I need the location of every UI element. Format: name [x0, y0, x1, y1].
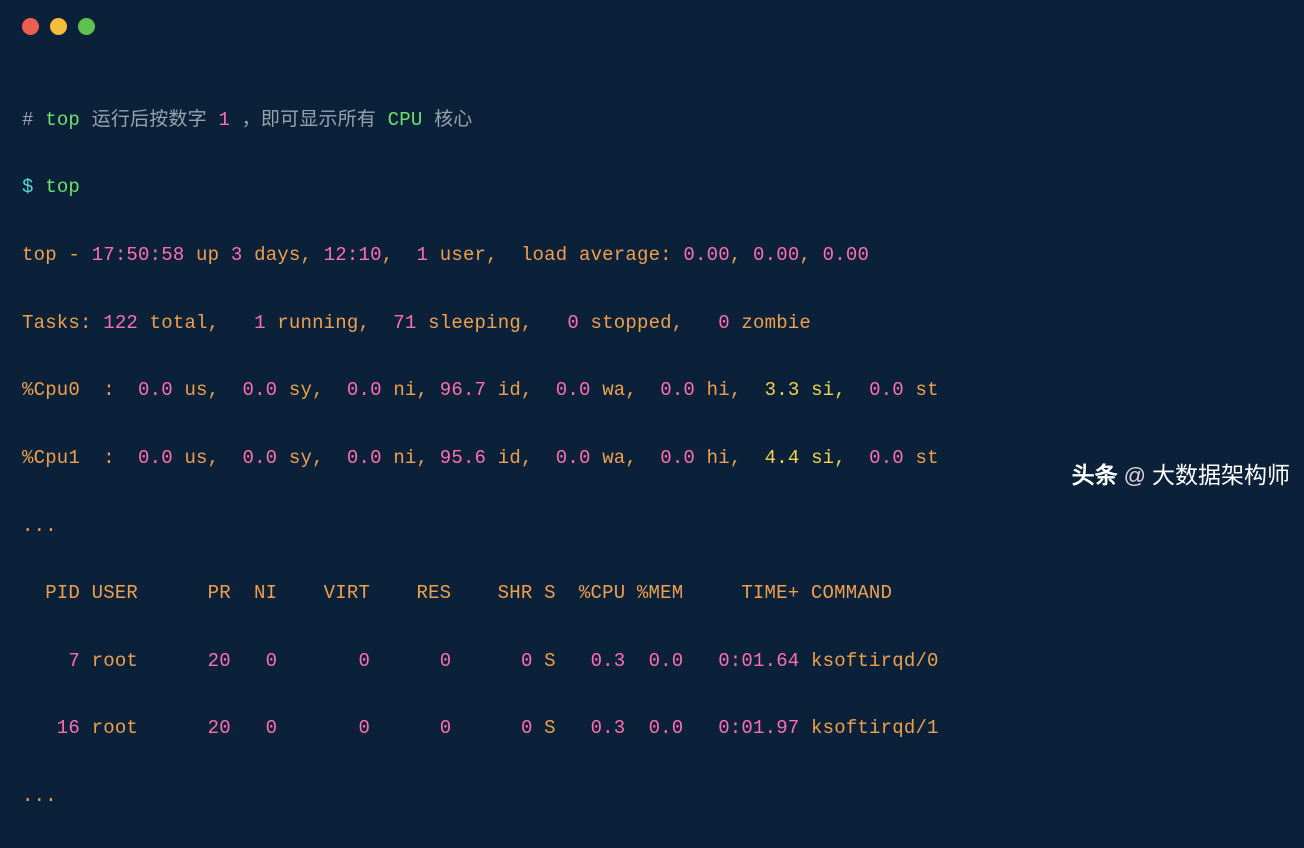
tasks-line: Tasks: 122 total, 1 running, 71 sleeping…: [22, 307, 1304, 341]
maximize-icon[interactable]: [78, 18, 95, 35]
comment-cmd: top: [45, 109, 80, 131]
prompt-symbol: $: [22, 176, 45, 198]
prompt-cmd: top: [45, 176, 80, 198]
window-titlebar: [0, 0, 1304, 50]
watermark: 头条 @大数据架构师: [1072, 455, 1290, 496]
minimize-icon[interactable]: [50, 18, 67, 35]
terminal-output: # top 运行后按数字 1 ，即可显示所有 CPU 核心 $ top top …: [0, 50, 1304, 848]
table-header: PID USER PR NI VIRT RES SHR S %CPU %MEM …: [22, 577, 1304, 611]
cpu0-line: %Cpu0 : 0.0 us, 0.0 sy, 0.0 ni, 96.7 id,…: [22, 374, 1304, 408]
summary-line: top - 17:50:58 up 3 days, 12:10, 1 user,…: [22, 239, 1304, 273]
ellipsis: ...: [22, 780, 1304, 814]
close-icon[interactable]: [22, 18, 39, 35]
comment-num: 1: [218, 109, 230, 131]
ellipsis: ...: [22, 510, 1304, 544]
hash: #: [22, 109, 34, 131]
table-row: 16 root 20 0 0 0 0 S 0.3 0.0 0:01.97 kso…: [22, 712, 1304, 746]
watermark-prefix: 头条: [1072, 455, 1118, 496]
watermark-name: 大数据架构师: [1152, 455, 1290, 496]
prompt-line: $ top: [22, 171, 1304, 205]
comment-line: # top 运行后按数字 1 ，即可显示所有 CPU 核心: [22, 104, 1304, 138]
table-row: 7 root 20 0 0 0 0 S 0.3 0.0 0:01.64 ksof…: [22, 645, 1304, 679]
watermark-at: @: [1124, 456, 1146, 495]
